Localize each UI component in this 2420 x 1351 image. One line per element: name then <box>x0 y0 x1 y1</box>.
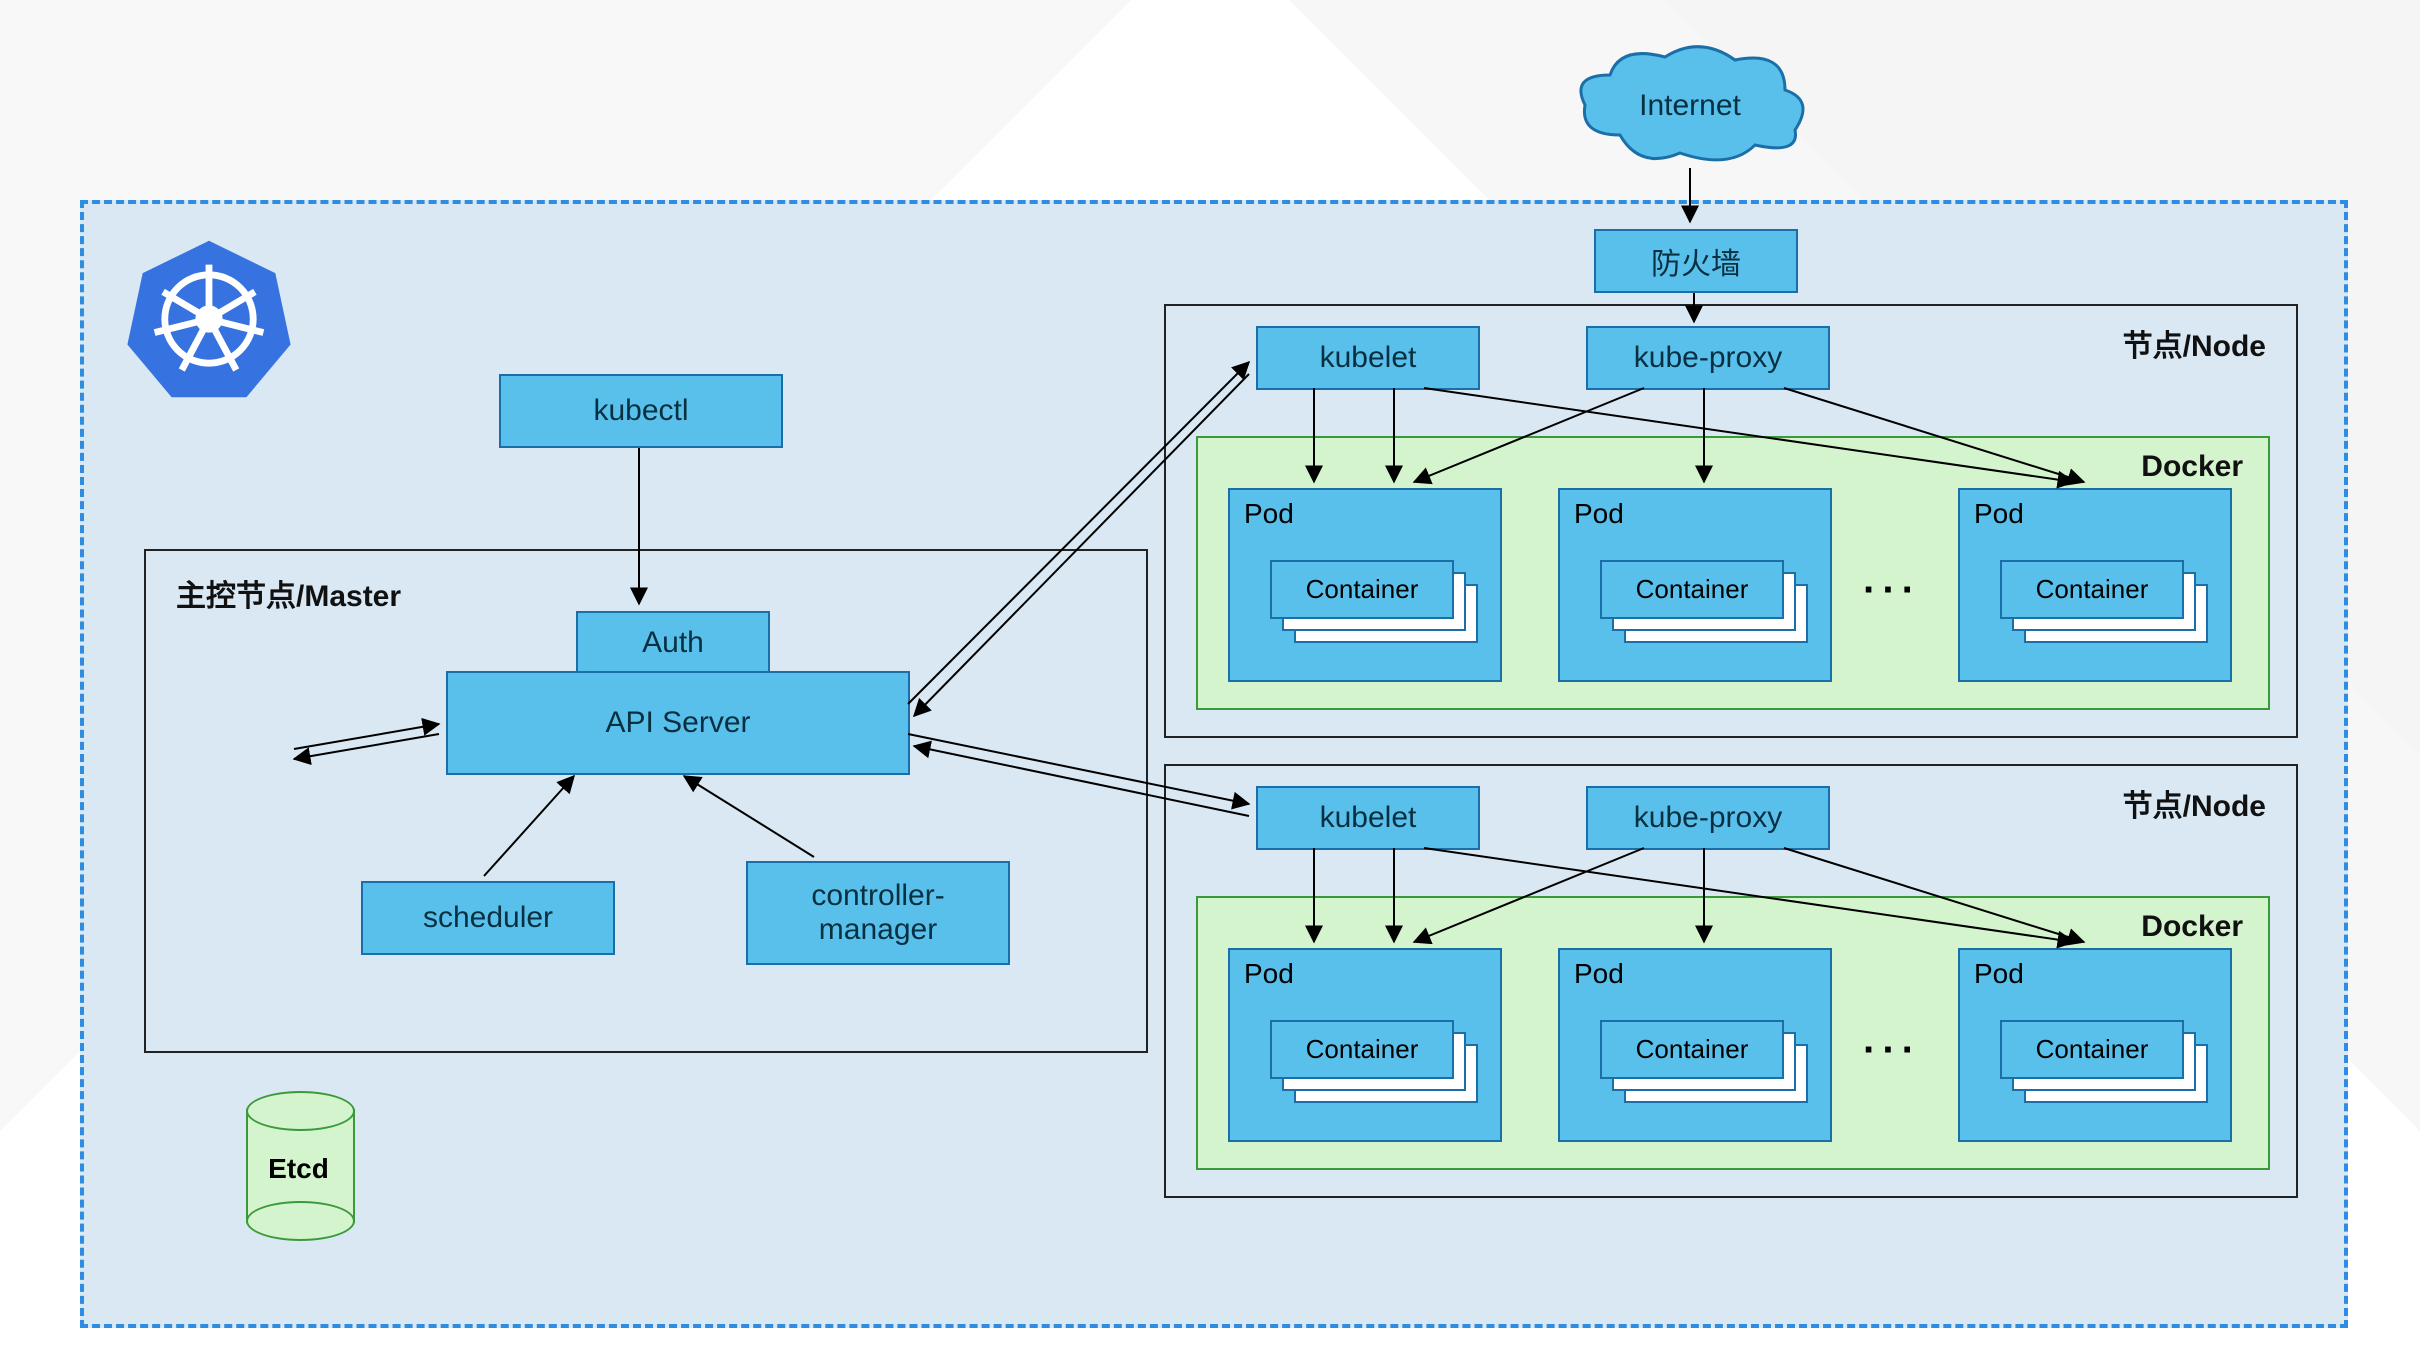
api-server-box: API Server <box>446 671 910 775</box>
node2-docker: Docker Pod Container Pod Container <box>1196 896 2270 1170</box>
cluster-frame: 防火墙 kubectl 主控节点/Master Auth API Server … <box>80 200 2348 1328</box>
ellipsis: ··· <box>1863 568 1921 613</box>
node2-title: 节点/Node <box>2123 781 2266 825</box>
internet-cloud: Internet <box>1570 45 1810 170</box>
node1-kubeproxy-label: kube-proxy <box>1634 341 1782 375</box>
kubectl-label: kubectl <box>593 394 688 428</box>
master-title: 主控节点/Master <box>176 571 401 615</box>
container-label: Container <box>2036 574 2149 605</box>
node1-kubeproxy: kube-proxy <box>1586 326 1830 390</box>
node2-kubelet-label: kubelet <box>1320 801 1417 835</box>
firewall-label: 防火墙 <box>1651 239 1741 283</box>
auth-box: Auth <box>576 611 770 675</box>
controller-manager-box: controller- manager <box>746 861 1010 965</box>
container-label: Container <box>1636 574 1749 605</box>
node2-docker-label: Docker <box>2141 910 2243 944</box>
scheduler-label: scheduler <box>423 901 553 935</box>
api-server-label: API Server <box>605 706 750 740</box>
node1-pod2: Pod Container <box>1558 488 1832 682</box>
pod-label: Pod <box>1244 958 1294 990</box>
node1-kubelet-label: kubelet <box>1320 341 1417 375</box>
node2-kubeproxy-label: kube-proxy <box>1634 801 1782 835</box>
node1-title: 节点/Node <box>2123 321 2266 365</box>
ellipsis: ··· <box>1863 1028 1921 1073</box>
firewall-box: 防火墙 <box>1594 229 1798 293</box>
container-label: Container <box>1636 1034 1749 1065</box>
node2-pod3: Pod Container <box>1958 948 2232 1142</box>
node2-pod1: Pod Container <box>1228 948 1502 1142</box>
kubectl-box: kubectl <box>499 374 783 448</box>
node1-docker-label: Docker <box>2141 450 2243 484</box>
container-label: Container <box>2036 1034 2149 1065</box>
pod-label: Pod <box>1974 498 2024 530</box>
node1-kubelet: kubelet <box>1256 326 1480 390</box>
node1-docker: Docker Pod Container Pod Con <box>1196 436 2270 710</box>
internet-label: Internet <box>1639 89 1741 122</box>
pod-label: Pod <box>1574 958 1624 990</box>
kubernetes-icon <box>124 234 294 404</box>
pod-label: Pod <box>1244 498 1294 530</box>
node-frame-1: 节点/Node kubelet kube-proxy Docker Pod Co… <box>1164 304 2298 738</box>
master-frame: 主控节点/Master Auth API Server Etcd schedul… <box>144 549 1148 1053</box>
node1-pod1: Pod Container <box>1228 488 1502 682</box>
auth-label: Auth <box>642 626 704 660</box>
etcd-cylinder: Etcd <box>246 1091 351 1241</box>
node2-pod2: Pod Container <box>1558 948 1832 1142</box>
container-label: Container <box>1306 1034 1419 1065</box>
controller-manager-label: controller- manager <box>811 879 944 947</box>
pod-label: Pod <box>1574 498 1624 530</box>
node2-kubelet: kubelet <box>1256 786 1480 850</box>
pod-label: Pod <box>1974 958 2024 990</box>
scheduler-box: scheduler <box>361 881 615 955</box>
node2-kubeproxy: kube-proxy <box>1586 786 1830 850</box>
etcd-label: Etcd <box>246 1153 351 1185</box>
node1-pod3: Pod Container <box>1958 488 2232 682</box>
node-frame-2: 节点/Node kubelet kube-proxy Docker Pod Co… <box>1164 764 2298 1198</box>
container-label: Container <box>1306 574 1419 605</box>
